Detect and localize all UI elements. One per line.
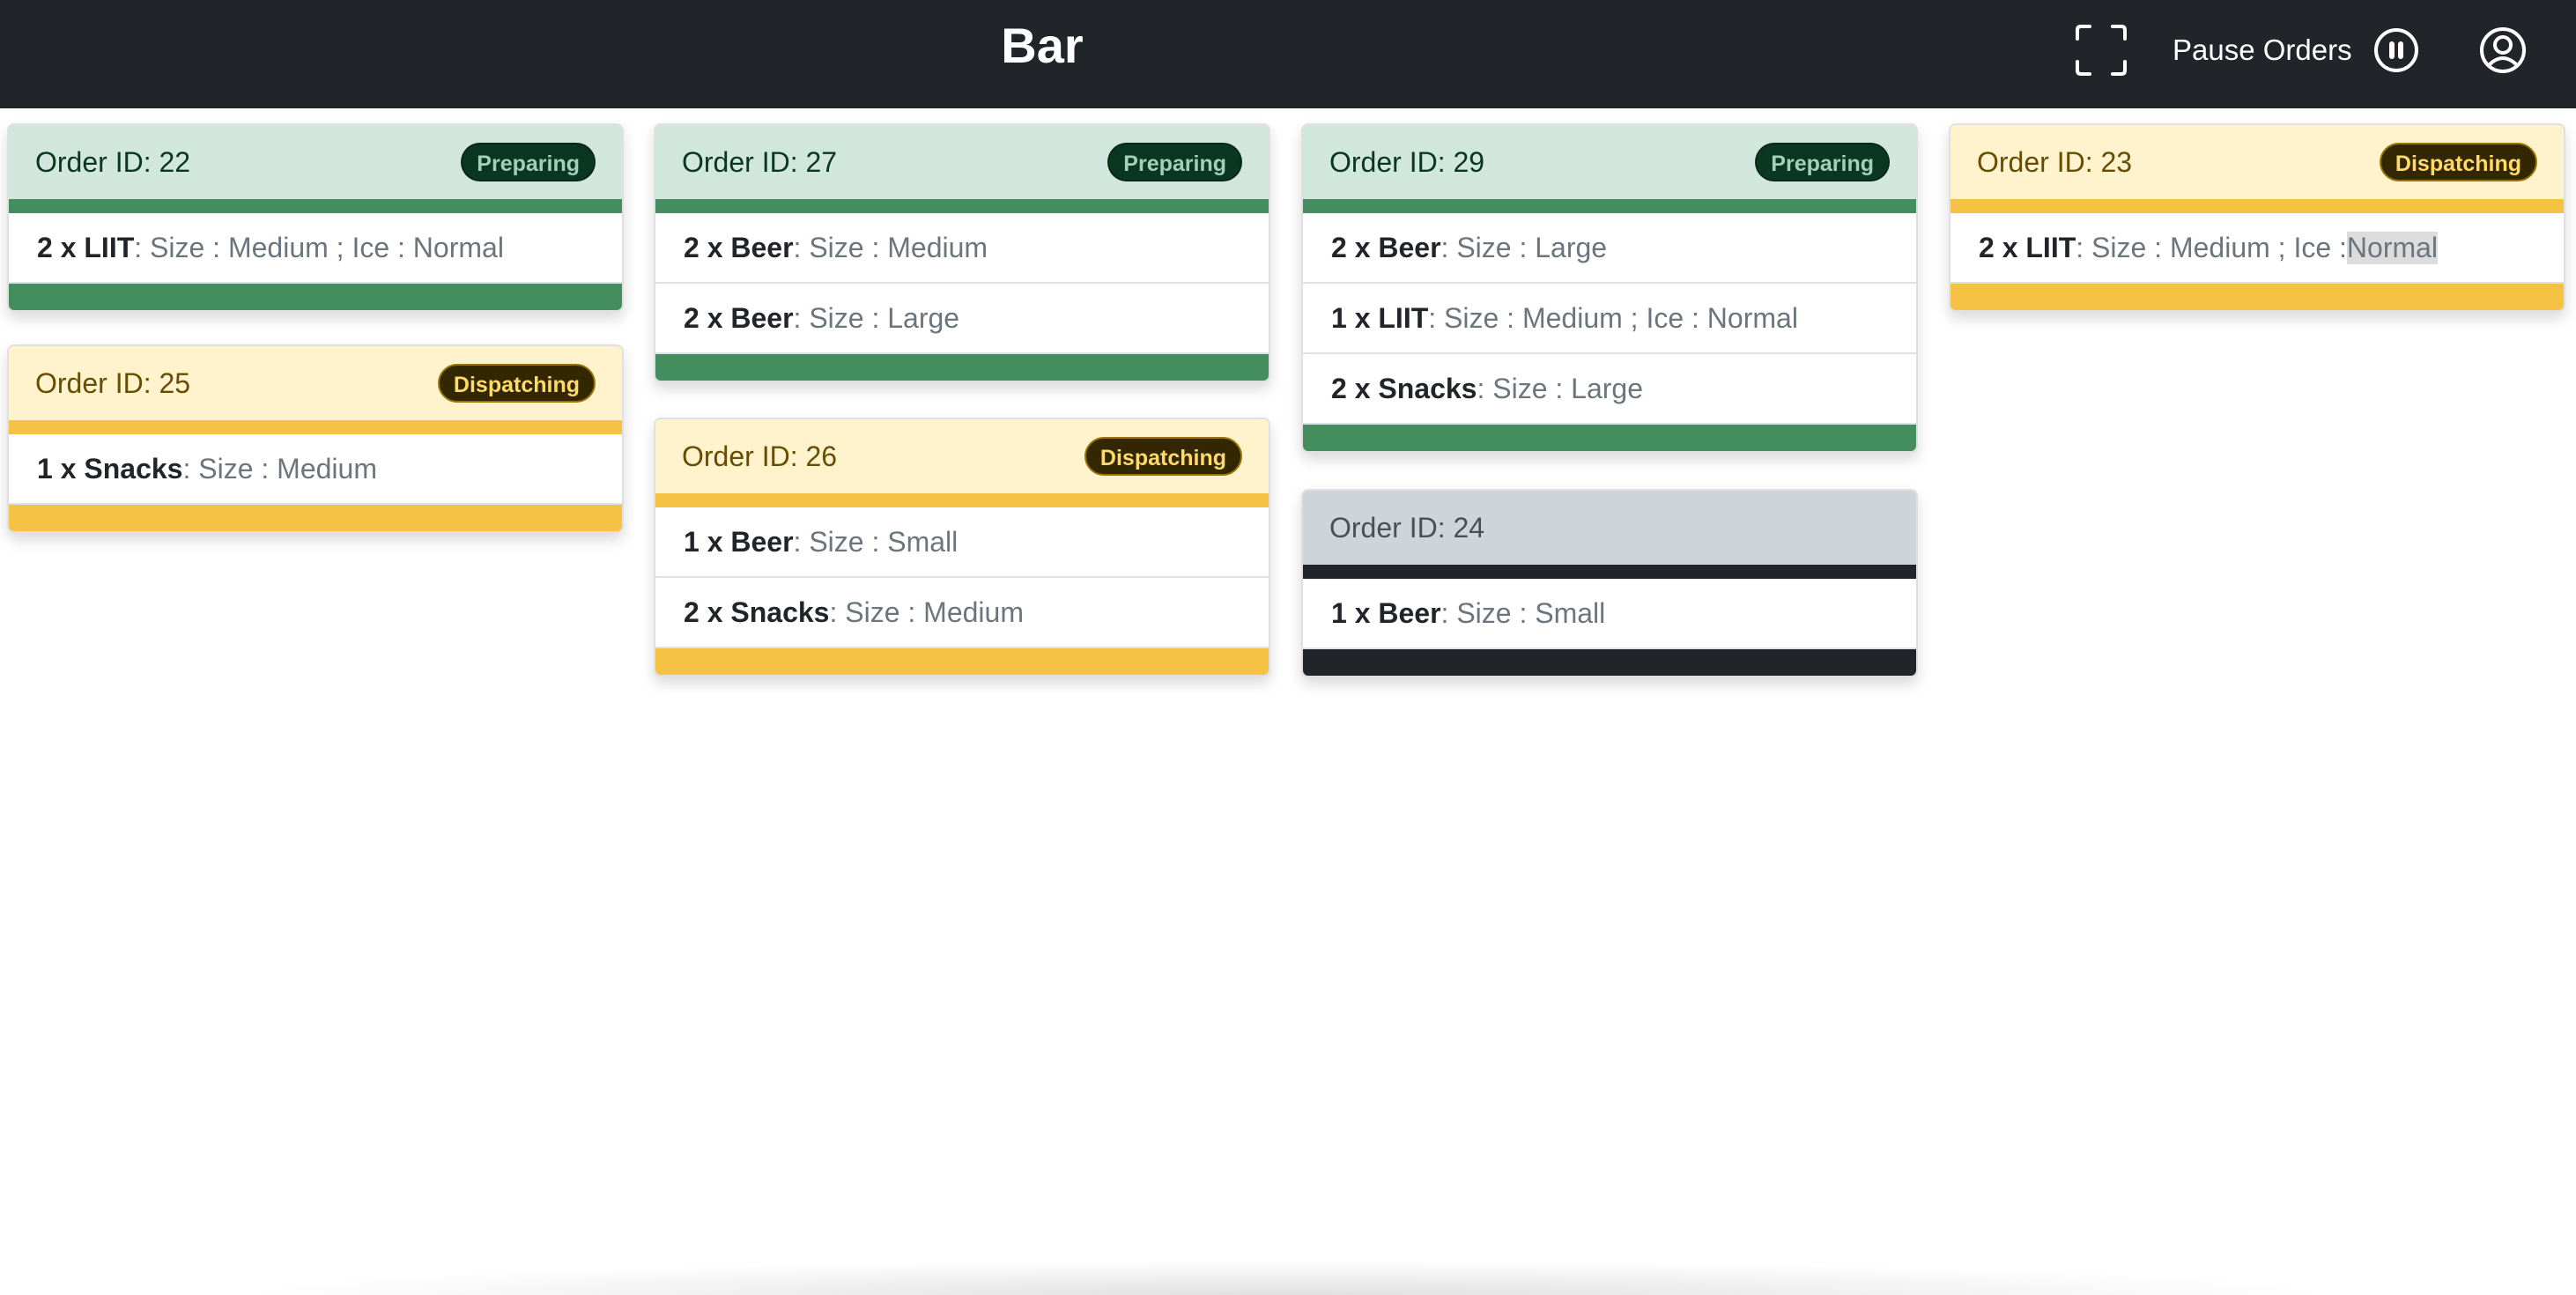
item-name: 2 x Snacks bbox=[1331, 372, 1477, 404]
order-card-header: Order ID: 23 Dispatching bbox=[1951, 125, 2564, 199]
status-bar bbox=[655, 493, 1269, 507]
order-item: 2 x Snacks: Size : Medium bbox=[655, 578, 1269, 648]
item-name: 2 x Snacks bbox=[684, 596, 830, 628]
order-card-header: Order ID: 25 Dispatching bbox=[9, 346, 622, 420]
item-name: 1 x Beer bbox=[684, 525, 794, 558]
item-name: 1 x LIIT bbox=[1331, 301, 1429, 334]
order-card-24[interactable]: Order ID: 24 1 x Beer: Size : Small bbox=[1301, 489, 1918, 677]
item-name: 1 x Snacks bbox=[37, 452, 183, 485]
item-details: : Size : Medium bbox=[182, 452, 377, 485]
item-name: 2 x Beer bbox=[684, 301, 794, 334]
order-id: Order ID: 26 bbox=[682, 440, 838, 472]
item-details: : Size : Medium bbox=[793, 231, 988, 263]
card-footer-bar bbox=[9, 505, 622, 531]
order-card-22[interactable]: Order ID: 22 Preparing 2 x LIIT: Size : … bbox=[7, 123, 624, 312]
item-name: 2 x Beer bbox=[684, 231, 794, 263]
order-id: Order ID: 25 bbox=[35, 366, 191, 399]
status-badge: Dispatching bbox=[1084, 437, 1242, 476]
order-card-26[interactable]: Order ID: 26 Dispatching 1 x Beer: Size … bbox=[654, 418, 1270, 677]
card-footer-bar bbox=[1303, 425, 1916, 451]
order-card-23[interactable]: Order ID: 23 Dispatching 2 x LIIT: Size … bbox=[1949, 123, 2565, 312]
item-details: : Size : Medium ; Ice : Normal bbox=[134, 231, 504, 263]
item-details: : Size : Small bbox=[793, 525, 959, 558]
item-details: : Size : Large bbox=[1440, 231, 1608, 263]
item-details: : Size : Large bbox=[1477, 372, 1643, 404]
card-footer-bar bbox=[655, 648, 1269, 675]
order-id: Order ID: 23 bbox=[1977, 145, 2133, 178]
item-details: : Size : Large bbox=[793, 301, 960, 334]
order-card-25[interactable]: Order ID: 25 Dispatching 1 x Snacks: Siz… bbox=[7, 344, 624, 533]
status-bar bbox=[1303, 565, 1916, 579]
order-item: 1 x LIIT: Size : Medium ; Ice : Normal bbox=[1303, 284, 1916, 354]
order-card-header: Order ID: 27 Preparing bbox=[655, 125, 1269, 199]
order-id: Order ID: 29 bbox=[1329, 145, 1485, 178]
item-name: 1 x Beer bbox=[1331, 596, 1441, 629]
order-item: 1 x Beer: Size : Small bbox=[1303, 579, 1916, 649]
card-footer-bar bbox=[655, 354, 1269, 381]
order-card-header: Order ID: 29 Preparing bbox=[1303, 125, 1916, 199]
item-details: : Size : Medium ; Ice : Normal bbox=[1428, 301, 1798, 334]
status-bar bbox=[9, 420, 622, 434]
status-badge: Dispatching bbox=[437, 364, 596, 403]
status-bar bbox=[655, 199, 1269, 213]
order-item: 2 x Beer: Size : Large bbox=[655, 284, 1269, 354]
item-name: 2 x LIIT bbox=[1979, 231, 2076, 263]
card-footer-bar bbox=[1951, 284, 2564, 310]
card-footer-bar bbox=[9, 284, 622, 310]
order-card-29[interactable]: Order ID: 29 Preparing 2 x Beer: Size : … bbox=[1301, 123, 1918, 453]
status-badge: Preparing bbox=[461, 143, 596, 181]
status-badge: Dispatching bbox=[2379, 143, 2537, 181]
order-card-header: Order ID: 26 Dispatching bbox=[655, 419, 1269, 493]
order-card-header: Order ID: 24 bbox=[1303, 491, 1916, 565]
item-details: : Size : Medium bbox=[829, 596, 1024, 628]
order-item: 2 x Beer: Size : Large bbox=[1303, 213, 1916, 284]
order-id: Order ID: 24 bbox=[1329, 511, 1485, 544]
bottom-shadow bbox=[229, 1260, 2343, 1295]
orders-board: Order ID: 22 Preparing 2 x LIIT: Size : … bbox=[0, 0, 2576, 1295]
order-card-27[interactable]: Order ID: 27 Preparing 2 x Beer: Size : … bbox=[654, 123, 1270, 382]
order-item: 1 x Beer: Size : Small bbox=[655, 507, 1269, 578]
item-details-highlight: Normal bbox=[2346, 231, 2439, 264]
order-item: 2 x LIIT: Size : Medium ; Ice : Normal bbox=[1951, 213, 2564, 284]
card-footer-bar bbox=[1303, 649, 1916, 676]
order-item: 2 x Beer: Size : Medium bbox=[655, 213, 1269, 284]
status-bar bbox=[1951, 199, 2564, 213]
order-id: Order ID: 22 bbox=[35, 145, 191, 178]
order-id: Order ID: 27 bbox=[682, 145, 838, 178]
order-card-header: Order ID: 22 Preparing bbox=[9, 125, 622, 199]
status-bar bbox=[1303, 199, 1916, 213]
status-badge: Preparing bbox=[1107, 143, 1242, 181]
order-item: 2 x LIIT: Size : Medium ; Ice : Normal bbox=[9, 213, 622, 284]
order-item: 1 x Snacks: Size : Medium bbox=[9, 434, 622, 505]
status-badge: Preparing bbox=[1755, 143, 1890, 181]
status-bar bbox=[9, 199, 622, 213]
item-details: : Size : Small bbox=[1440, 596, 1606, 629]
item-details: : Size : Medium ; Ice : bbox=[2076, 231, 2347, 263]
item-name: 2 x LIIT bbox=[37, 231, 135, 263]
order-item: 2 x Snacks: Size : Large bbox=[1303, 354, 1916, 425]
item-name: 2 x Beer bbox=[1331, 231, 1441, 263]
